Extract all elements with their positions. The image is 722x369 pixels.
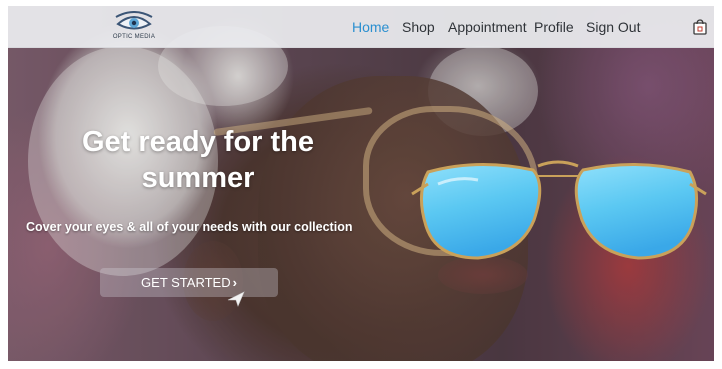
brand-name: OPTIC MEDIA: [112, 34, 156, 40]
nav-item-home[interactable]: Home: [352, 19, 389, 35]
nav-item-profile[interactable]: Profile: [534, 19, 574, 35]
hero-title-line2: summer: [141, 162, 255, 194]
nav-item-shop[interactable]: Shop: [402, 19, 435, 35]
cursor-airplane-icon: [227, 291, 245, 307]
eye-icon: [115, 11, 153, 30]
brand-logo[interactable]: OPTIC MEDIA: [104, 11, 164, 45]
nav-item-sign-out[interactable]: Sign Out: [586, 19, 640, 35]
shopping-bag-icon[interactable]: [693, 19, 707, 35]
hero-subtitle: Cover your eyes & all of your needs with…: [26, 220, 353, 234]
hero-title: Get ready for the summer: [28, 124, 368, 196]
hero-title-line1: Get ready for the: [81, 126, 315, 158]
top-navbar: OPTIC MEDIA Home Shop Appointment Profil…: [8, 6, 714, 48]
app-frame: OPTIC MEDIA Home Shop Appointment Profil…: [8, 6, 714, 361]
get-started-label: GET STARTED: [141, 275, 231, 290]
get-started-button[interactable]: GET STARTED ›: [100, 268, 278, 297]
aviator-sunglasses-image: [411, 160, 707, 260]
nav-item-appointment[interactable]: Appointment: [448, 19, 527, 35]
